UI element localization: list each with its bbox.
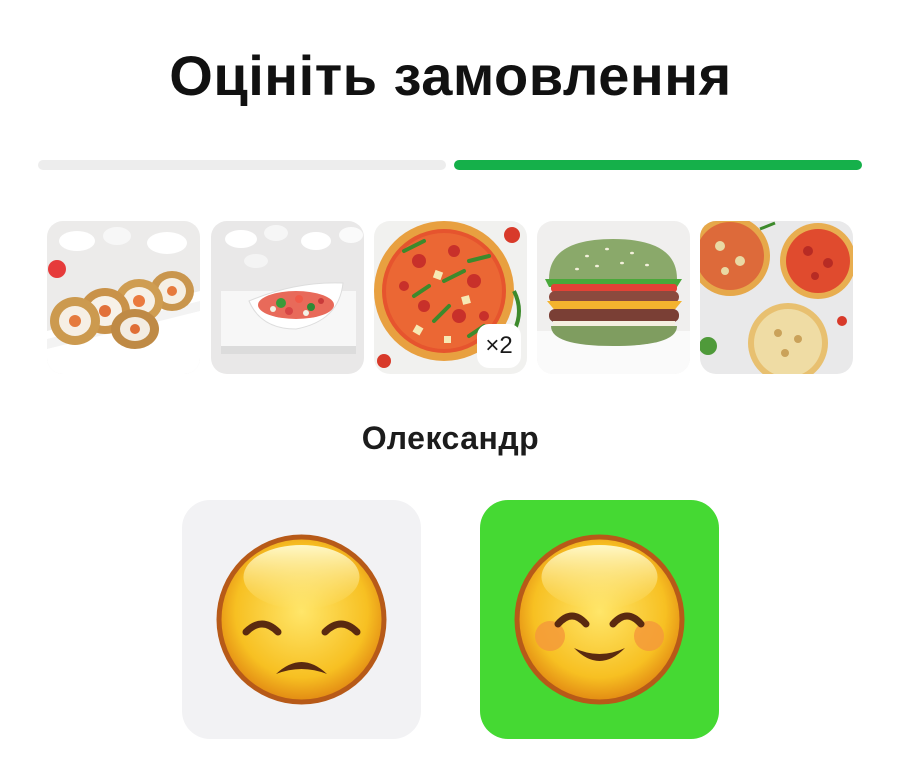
progress-step-2-active: [454, 160, 862, 170]
courier-name: Олександр: [361, 420, 540, 456]
sad-face-icon: [216, 534, 387, 705]
progress-step-1: [38, 160, 446, 170]
order-item-salad-image: [211, 221, 364, 374]
order-item-pizza-image: ×2: [374, 221, 527, 374]
rate-bad-button[interactable]: [182, 500, 421, 739]
sushi-roll-image: [47, 221, 200, 374]
smiling-face-icon: [514, 534, 685, 705]
salad-bowl-image: [211, 221, 364, 374]
order-item-sushi-image: [47, 221, 200, 374]
order-item-burger-image: [537, 221, 690, 374]
rate-order-screen: Оцініть замовлення ×2 Олександр: [0, 0, 901, 778]
assorted-pizzas-image: [700, 221, 853, 374]
step-progress: [38, 160, 862, 170]
order-item-pizzas-image: [700, 221, 853, 374]
page-title: Оцініть замовлення: [169, 44, 732, 107]
quantity-badge: ×2: [477, 324, 521, 368]
green-bun-burger-image: [537, 221, 690, 374]
rate-good-button[interactable]: [480, 500, 719, 739]
